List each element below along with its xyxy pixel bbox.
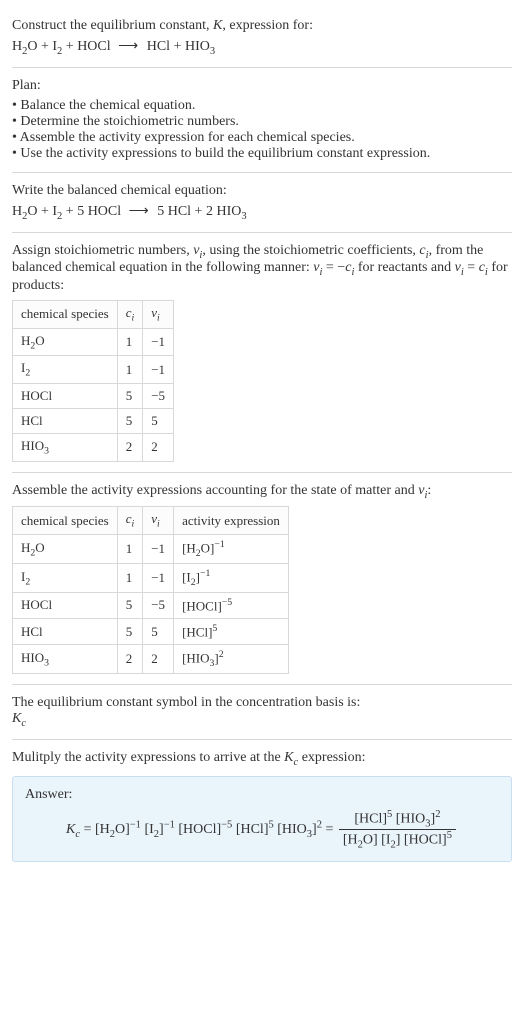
plan-item: Use the activity expressions to build th… (12, 146, 512, 162)
plan-item: Assemble the activity expression for eac… (12, 130, 512, 146)
plan-item: Determine the stoichiometric numbers. (12, 114, 512, 130)
plan-list: Balance the chemical equation. Determine… (12, 98, 512, 162)
th-activity: activity expression (174, 507, 289, 535)
kc-symbol-section: The equilibrium constant symbol in the c… (12, 685, 512, 740)
plan-title: Plan: (12, 78, 512, 94)
balanced-equation: H2O + I2 + 5 HOCl ⟶ 5 HCl + 2 HIO3 (12, 203, 512, 222)
activity-section: Assemble the activity expressions accoun… (12, 473, 512, 686)
th-species: chemical species (13, 507, 118, 535)
activity-table: chemical species ci νi activity expressi… (12, 506, 289, 674)
answer-box: Answer: Kc = [H2O]−1 [I2]−1 [HOCl]−5 [HC… (12, 776, 512, 862)
answer-section: Mulitply the activity expressions to arr… (12, 740, 512, 872)
table-row: I21−1 (13, 356, 174, 384)
table-row: H2O1−1 (13, 328, 174, 356)
kc-fraction: [HCl]5 [HIO3]2[H2O] [I2] [HOCl]5 (339, 809, 456, 851)
multiply-text: Mulitply the activity expressions to arr… (12, 750, 512, 768)
table-row: HCl55 (13, 408, 174, 433)
kc-symbol-text: The equilibrium constant symbol in the c… (12, 695, 512, 711)
table-row: HOCl5−5[HOCl]−5 (13, 592, 289, 618)
stoich-table: chemical species ci νi H2O1−1 I21−1 HOCl… (12, 300, 174, 461)
prompt-section: Construct the equilibrium constant, K, e… (12, 8, 512, 68)
balanced-title: Write the balanced chemical equation: (12, 183, 512, 199)
kc-expression: Kc = [H2O]−1 [I2]−1 [HOCl]−5 [HCl]5 [HIO… (25, 809, 499, 851)
kc-lhs: Kc = [H2O]−1 [I2]−1 [HOCl]−5 [HCl]5 [HIO… (66, 822, 337, 837)
th-nui: νi (143, 301, 174, 329)
plan-item: Balance the chemical equation. (12, 98, 512, 114)
table-row: I21−1[I2]−1 (13, 563, 289, 592)
activity-text: Assemble the activity expressions accoun… (12, 483, 512, 501)
answer-label: Answer: (25, 787, 499, 803)
balanced-section: Write the balanced chemical equation: H2… (12, 173, 512, 233)
table-row: HCl55[HCl]5 (13, 619, 289, 645)
table-row: H2O1−1[H2O]−1 (13, 534, 289, 563)
prompt-title: Construct the equilibrium constant, K, e… (12, 18, 512, 34)
table-row: HOCl5−5 (13, 383, 174, 408)
table-row: HIO322 (13, 433, 174, 461)
stoich-section: Assign stoichiometric numbers, νi, using… (12, 233, 512, 473)
kc-numerator: [HCl]5 [HIO3]2 (339, 809, 456, 830)
plan-section: Plan: Balance the chemical equation. Det… (12, 68, 512, 173)
table-row: HIO322[HIO3]2 (13, 645, 289, 674)
kc-symbol: Kc (12, 711, 512, 729)
th-nui: νi (143, 507, 174, 535)
unbalanced-equation: H2O + I2 + HOCl ⟶ HCl + HIO3 (12, 38, 512, 57)
th-ci: ci (117, 507, 143, 535)
th-ci: ci (117, 301, 143, 329)
th-species: chemical species (13, 301, 118, 329)
stoich-text: Assign stoichiometric numbers, νi, using… (12, 243, 512, 295)
kc-denominator: [H2O] [I2] [HOCl]5 (339, 830, 456, 850)
